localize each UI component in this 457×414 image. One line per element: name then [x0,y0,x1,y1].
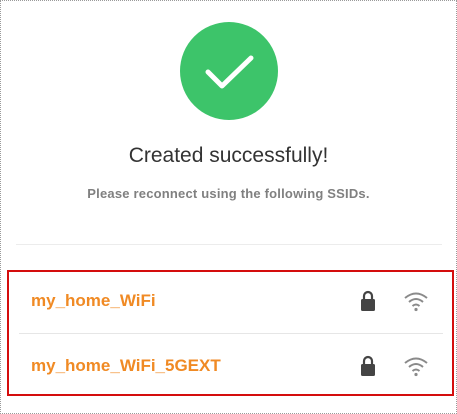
row-divider [19,333,443,334]
wifi-icon [402,354,430,378]
ssid-item: my_home_WiFi_5GEXT [9,338,452,396]
lock-icon [359,354,377,378]
success-checkmark-icon [180,22,278,120]
ssid-item: my_home_WiFi [9,273,452,334]
divider [16,244,442,245]
success-title: Created successfully! [128,144,329,167]
ssid-name: my_home_WiFi_5GEXT [31,356,221,375]
wifi-icon [402,289,430,313]
ssid-list: my_home_WiFi my_home_WiFi_5GEXT [7,270,454,396]
ssid-name: my_home_WiFi [31,291,156,310]
lock-icon [359,289,377,313]
reconnect-message: Please reconnect using the following SSI… [87,186,370,201]
